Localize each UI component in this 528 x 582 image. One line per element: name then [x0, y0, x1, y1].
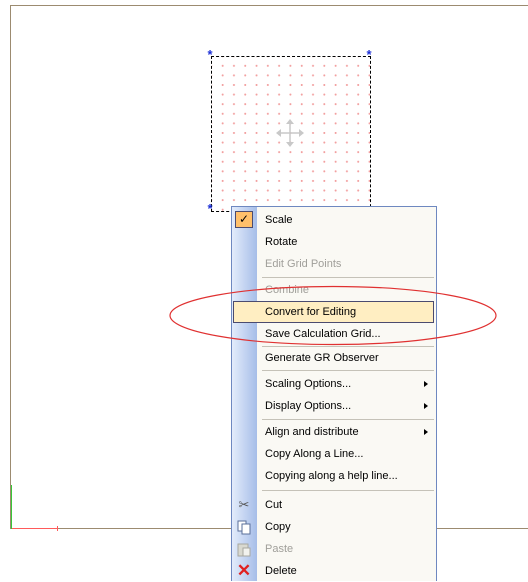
menu-item-scaling-options[interactable]: Scaling Options... — [232, 373, 436, 395]
menu-item-generate-gr-observer[interactable]: Generate GR Observer — [232, 347, 436, 369]
context-menu: ✓ Scale Rotate Edit Grid Points Combine … — [231, 206, 437, 581]
menu-item-label: Cut — [265, 499, 283, 511]
menu-item-label: Display Options... — [265, 400, 352, 412]
checkmark-icon: ✓ — [235, 211, 253, 228]
menu-item-rotate[interactable]: Rotate — [232, 231, 436, 253]
menu-item-label: Scale — [265, 214, 293, 226]
menu-item-copy-along-a-line[interactable]: Copy Along a Line... — [232, 443, 436, 465]
submenu-arrow-icon — [424, 429, 428, 435]
paste-icon — [237, 543, 251, 557]
annotation-ellipse — [169, 285, 497, 346]
move-cursor-icon — [276, 119, 304, 147]
menu-item-copy[interactable]: Copy — [232, 516, 436, 538]
origin-x-axis — [11, 528, 57, 529]
copy-icon — [237, 520, 251, 535]
menu-item-cut[interactable]: ✂ Cut — [232, 494, 436, 516]
resize-handle-top-right[interactable]: * — [364, 48, 374, 61]
menu-item-display-options[interactable]: Display Options... — [232, 395, 436, 417]
menu-item-scale[interactable]: ✓ Scale — [232, 209, 436, 231]
submenu-arrow-icon — [424, 381, 428, 387]
canvas-frame-top — [10, 5, 528, 6]
delete-icon: ✕ — [236, 561, 252, 580]
menu-separator — [262, 277, 434, 278]
menu-separator — [262, 419, 434, 420]
menu-item-delete[interactable]: ✕ Delete — [232, 560, 436, 582]
origin-y-axis — [11, 485, 12, 529]
menu-item-label: Scaling Options... — [265, 378, 352, 390]
menu-item-label: Rotate — [265, 236, 298, 248]
resize-handle-bottom-left[interactable]: * — [205, 202, 215, 215]
menu-item-label: Copy — [265, 521, 291, 533]
menu-item-edit-grid-points[interactable]: Edit Grid Points — [232, 253, 436, 275]
scissors-icon: ✂ — [238, 497, 250, 512]
menu-item-label: Edit Grid Points — [265, 258, 342, 270]
menu-item-label: Align and distribute — [265, 426, 359, 438]
menu-item-align-and-distribute[interactable]: Align and distribute — [232, 421, 436, 443]
origin-x-axis-arrow — [52, 526, 58, 531]
menu-item-paste[interactable]: Paste — [232, 538, 436, 560]
menu-item-label: Copy Along a Line... — [265, 448, 364, 460]
menu-item-label: Generate GR Observer — [265, 352, 379, 364]
menu-item-copying-along-help-line[interactable]: Copying along a help line... — [232, 465, 436, 487]
resize-handle-top-left[interactable]: * — [205, 48, 215, 61]
menu-item-label: Delete — [265, 565, 297, 577]
canvas-frame-left — [10, 5, 11, 529]
menu-separator — [262, 370, 434, 371]
submenu-arrow-icon — [424, 403, 428, 409]
menu-item-label: Paste — [265, 543, 294, 555]
menu-separator — [262, 490, 434, 491]
menu-item-label: Copying along a help line... — [265, 470, 398, 482]
